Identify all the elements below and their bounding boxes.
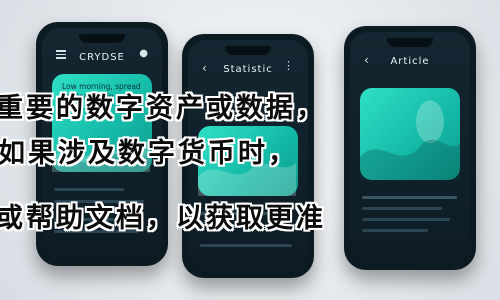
article-text-bar (362, 229, 428, 232)
phone-notch (225, 46, 271, 55)
phone-notch (79, 34, 125, 43)
overlay-text-line-2: 如果涉及数字货币时， (0, 138, 298, 169)
article-text-bar (362, 218, 450, 221)
article-text-bar (362, 207, 442, 210)
more-options-icon[interactable]: ⋮ (283, 59, 294, 72)
phone-notch (387, 38, 433, 47)
overlay-text-line-3: 或帮助文档，以获取更准 (0, 203, 326, 234)
article-text-bar (362, 196, 457, 199)
bell-icon[interactable]: ● (139, 48, 148, 59)
list-item-bar (200, 244, 292, 247)
overlay-text-line-1: 重要的数字资产或数据， (0, 93, 326, 124)
phone-screen-right: ‹ Article (350, 32, 470, 264)
app-title-article: Article (390, 56, 430, 67)
list-item-bar (54, 188, 124, 191)
article-image-card[interactable] (360, 88, 460, 180)
article-graphic (360, 100, 460, 180)
phone-mockup-right: ‹ Article (344, 26, 476, 270)
